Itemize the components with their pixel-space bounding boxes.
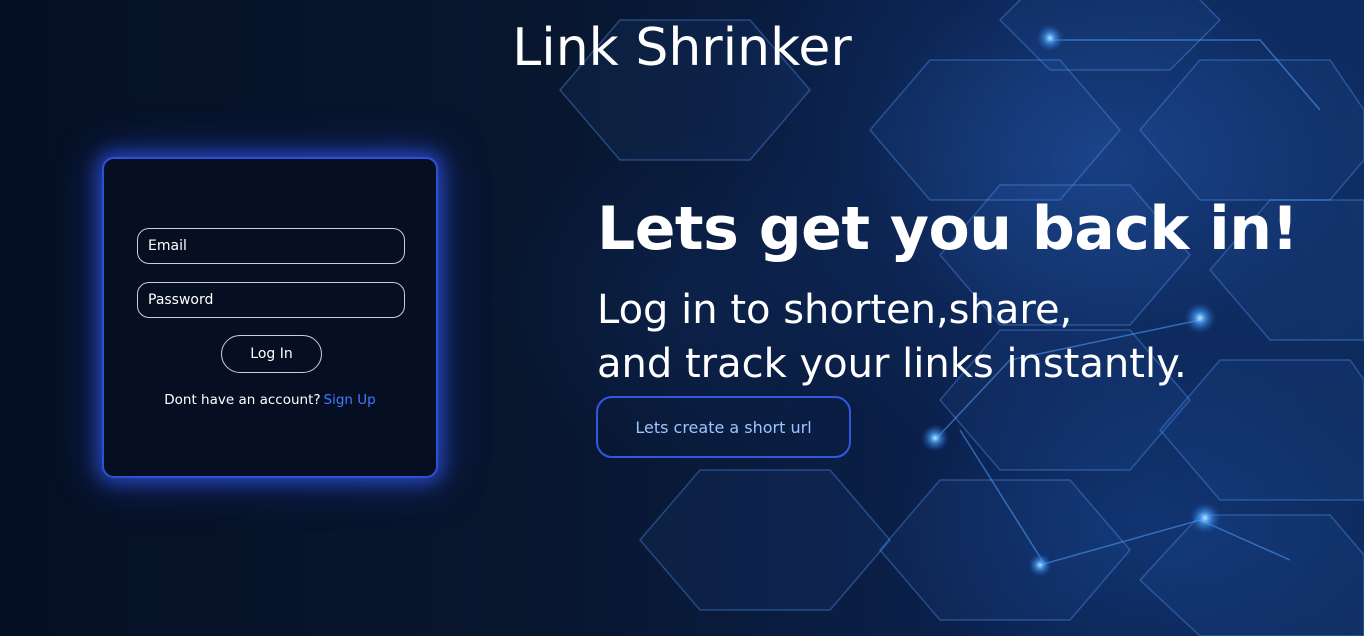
hero-subheading-line-2: and track your links instantly. [597, 341, 1187, 387]
email-field[interactable] [137, 228, 405, 264]
signup-prompt-text: Dont have an account? [164, 392, 321, 408]
hero-heading: Lets get you back in! [597, 194, 1299, 264]
create-short-url-button[interactable]: Lets create a short url [596, 396, 851, 458]
hero-subheading: Log in to shorten,share, and track your … [597, 283, 1187, 391]
login-card: Log In Dont have an account?Sign Up [102, 157, 438, 478]
app-title: Link Shrinker [512, 18, 852, 78]
signup-link[interactable]: Sign Up [324, 392, 376, 408]
login-button[interactable]: Log In [221, 335, 322, 373]
signup-prompt-line: Dont have an account? Sign Up [104, 392, 436, 408]
hero-subheading-line-1: Log in to shorten,share, [597, 287, 1073, 333]
password-field[interactable] [137, 282, 405, 318]
